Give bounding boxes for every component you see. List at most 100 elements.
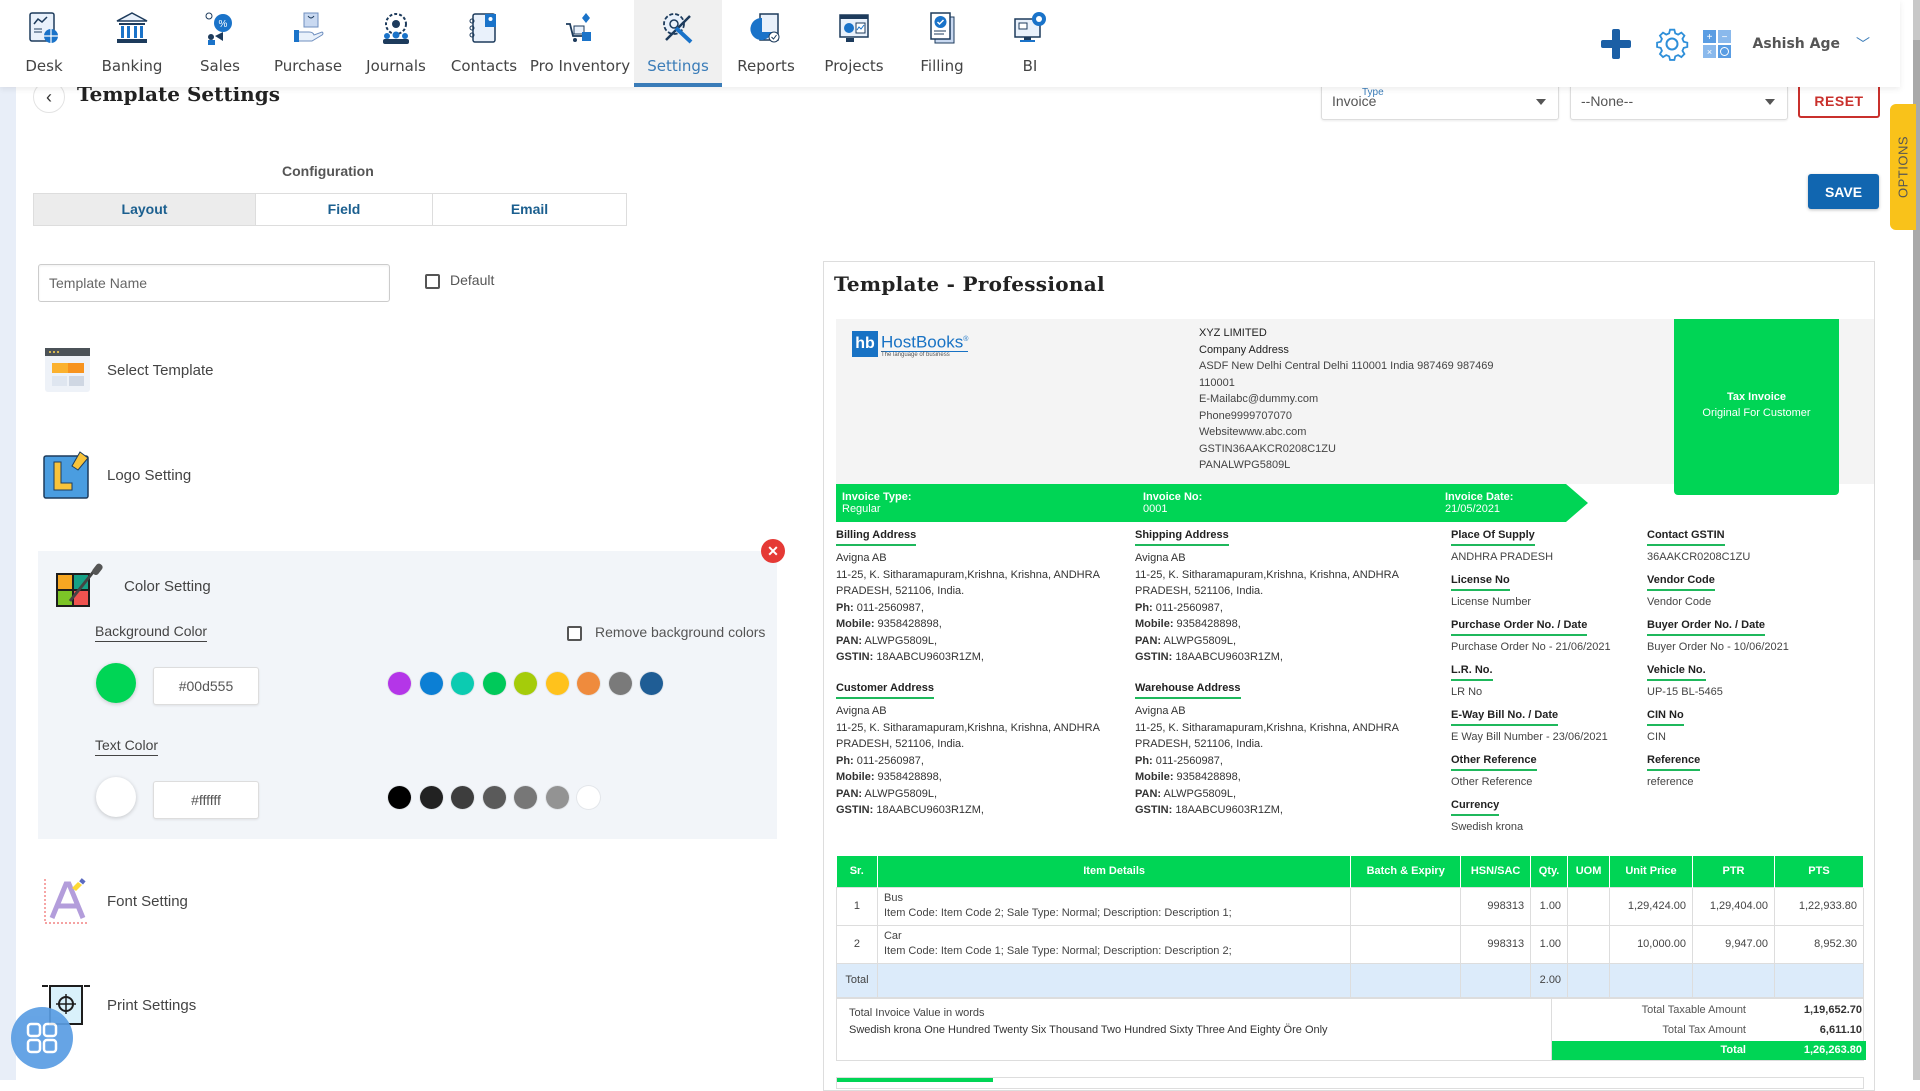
text-color-swatch[interactable]: [514, 786, 537, 809]
svg-text:×: ×: [1706, 47, 1711, 57]
gear-icon[interactable]: [1655, 27, 1689, 61]
company-details: XYZ LIMITED Company Address ASDF New Del…: [1199, 325, 1494, 474]
background-color-swatch[interactable]: [545, 672, 569, 695]
nav-item-purchase[interactable]: Purchase: [264, 0, 352, 87]
nav-item-settings[interactable]: Settings: [634, 0, 722, 87]
address-line: PRADESH, 521106, India.: [836, 585, 965, 597]
address-line: GSTIN: 18AABCU9603R1ZM,: [1135, 649, 1425, 666]
address-field-value: 011-2560987,: [853, 601, 924, 614]
address-line: PAN: ALWPG5809L,: [836, 786, 1126, 803]
nav-item-filling[interactable]: Filling: [898, 0, 986, 87]
cell-sr: 1: [836, 886, 878, 926]
background-color-swatch[interactable]: [514, 672, 537, 695]
background-color-swatch[interactable]: [640, 672, 663, 695]
nav-item-desk[interactable]: Desk: [0, 0, 88, 87]
top-navigation: Desk Banking % Sales Purchase Journals C…: [0, 0, 1900, 87]
text-color-picker[interactable]: [96, 777, 136, 817]
address-line: Mobile: 9358428898,: [836, 616, 1126, 633]
nav-item-banking[interactable]: Banking: [88, 0, 176, 87]
select-template-row[interactable]: Select Template: [42, 345, 213, 395]
text-color-swatch[interactable]: [451, 786, 474, 809]
template-name-input[interactable]: [38, 264, 390, 302]
field-label: License No: [1451, 574, 1510, 591]
tax-amount-row: Total Tax Amount 6,611.10: [1552, 1020, 1866, 1040]
apps-grid-button[interactable]: [11, 1007, 73, 1069]
tax-invoice-subtitle: Original For Customer: [1702, 407, 1811, 419]
color-setting-row[interactable]: Color Setting: [54, 561, 211, 611]
text-hex-input[interactable]: [153, 781, 259, 819]
background-color-swatch[interactable]: [419, 672, 443, 695]
svg-text:+: +: [1706, 32, 1712, 43]
address-title: Customer Address: [836, 682, 935, 699]
text-color-swatch[interactable]: [388, 786, 411, 809]
cell-unit-price: 1,29,424.00: [1609, 886, 1693, 926]
close-color-panel-button[interactable]: ✕: [761, 539, 785, 563]
caret-down-icon: [1536, 99, 1546, 105]
address-line: 11-25, K. Sitharamapuram,Krishna, Krishn…: [836, 721, 1100, 734]
cell-uom: [1567, 886, 1611, 926]
text-color-swatch[interactable]: [419, 786, 443, 809]
grand-total-row: Total 1,26,263.80: [1552, 1041, 1866, 1060]
reset-button[interactable]: RESET: [1798, 83, 1880, 118]
tab-layout[interactable]: Layout: [34, 194, 256, 225]
journals-icon: [383, 13, 409, 44]
nav-item-bi[interactable]: BI: [986, 0, 1074, 87]
font-setting-label: Font Setting: [107, 892, 188, 910]
logo-setting-row[interactable]: Logo Setting: [42, 450, 191, 500]
address-line: GSTIN: 18AABCU9603R1ZM,: [836, 649, 1126, 666]
total-label: Total: [836, 962, 878, 998]
nav-item-pro-inventory[interactable]: Pro Inventory: [528, 0, 632, 87]
nav-item-reports[interactable]: Reports: [722, 0, 810, 87]
nav-item-contacts[interactable]: Contacts: [440, 0, 528, 87]
address-field-label: Mobile:: [1135, 771, 1174, 783]
background-color-swatch[interactable]: [482, 672, 506, 695]
tab-field[interactable]: Field: [256, 194, 433, 225]
remove-background-checkbox[interactable]: [567, 626, 582, 641]
invoice-info-band: Invoice Type: Regular Invoice No: 0001 Inv…: [836, 484, 1588, 522]
text-color-swatch[interactable]: [545, 786, 569, 809]
font-setting-row[interactable]: Font Setting: [42, 876, 188, 926]
filling-icon: [930, 12, 955, 44]
background-color-swatch[interactable]: [451, 672, 474, 695]
background-color-swatch[interactable]: [388, 672, 411, 695]
nav-label: Pro Inventory: [529, 57, 631, 75]
address-field-value: 011-2560987,: [1152, 601, 1223, 614]
address-line: PAN: ALWPG5809L,: [1135, 633, 1425, 650]
col-header: PTR: [1692, 856, 1775, 887]
add-new-icon[interactable]: [1600, 29, 1631, 59]
options-label: OPTIONS: [1895, 135, 1911, 199]
svg-text:−: −: [1721, 32, 1727, 43]
text-color-swatch[interactable]: [482, 786, 506, 809]
background-hex-input[interactable]: [153, 667, 259, 705]
address-line: Ph: 011-2560987,: [1135, 753, 1425, 770]
address-field-value: ALWPG5809L,: [1161, 634, 1237, 647]
preview-title: Template - Professional: [834, 272, 1105, 296]
nav-item-sales[interactable]: % Sales: [176, 0, 264, 87]
purchase-icon: [294, 12, 324, 42]
item-name: Car: [883, 930, 902, 942]
field-value: UP-15 BL-5465: [1647, 686, 1723, 698]
background-color-swatch[interactable]: [608, 672, 632, 695]
address-field-value: 18AABCU9603R1ZM,: [1172, 651, 1283, 663]
save-button[interactable]: SAVE: [1808, 174, 1879, 209]
text-color-swatch[interactable]: [577, 786, 600, 809]
tab-email[interactable]: Email: [433, 194, 626, 225]
user-name[interactable]: Ashish Age: [1753, 36, 1840, 52]
chevron-down-icon[interactable]: ﹀: [1856, 34, 1870, 54]
default-checkbox[interactable]: [425, 274, 440, 289]
address-field-label: PAN:: [836, 787, 863, 800]
address-line: 11-25, K. Sitharamapuram,Krishna, Krishn…: [836, 568, 1100, 581]
address-line: PRADESH, 521106, India.: [1135, 585, 1264, 597]
nav-item-journals[interactable]: Journals: [352, 0, 440, 87]
color-setting-panel: Color Setting Background Color Remove ba…: [38, 551, 777, 839]
background-color-picker[interactable]: [96, 663, 136, 703]
calculator-icon[interactable]: + −×: [1702, 30, 1731, 58]
nav-item-projects[interactable]: Projects: [810, 0, 898, 87]
bi-icon: [1014, 12, 1046, 42]
address-field-value: 9358428898,: [874, 618, 942, 630]
template-subtype-select[interactable]: --None--: [1570, 83, 1788, 120]
background-color-swatch[interactable]: [577, 672, 600, 695]
options-tab[interactable]: OPTIONS: [1890, 104, 1916, 230]
field-value: CIN: [1647, 731, 1666, 743]
document-type-select[interactable]: Type Invoice: [1321, 83, 1559, 120]
